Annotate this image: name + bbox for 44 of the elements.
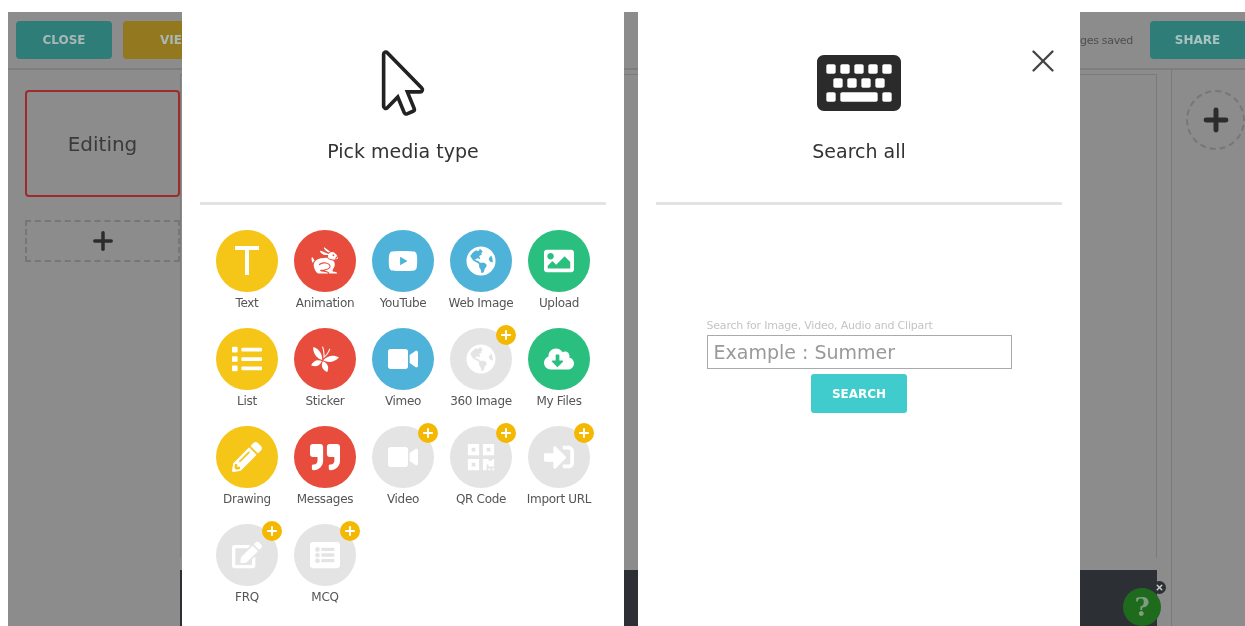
panel-title: Search all (812, 140, 906, 162)
search-field[interactable]: Example : Summer (706, 335, 1012, 369)
media-type-label: Messages (296, 492, 354, 506)
rabbit-icon (310, 246, 340, 276)
plus-badge (496, 325, 516, 345)
plus-badge (496, 423, 516, 443)
media-type-label: List (237, 394, 257, 408)
media-type-label: YouTube (379, 296, 427, 310)
pen-icon (232, 442, 262, 472)
media-type-label: Text (235, 296, 259, 310)
search-hint: Search for Image, Video, Audio and Clipart (706, 319, 933, 332)
panel-title: Pick media type (327, 140, 479, 162)
letter-t-icon (234, 246, 260, 276)
media-type-label: 360 Image (450, 394, 512, 408)
plus-badge (418, 423, 438, 443)
plus-badge (340, 521, 360, 541)
plus-badge (262, 521, 282, 541)
media-type-label: QR Code (455, 492, 507, 506)
media-type-label: Vimeo (384, 394, 422, 408)
media-type-label: Animation (295, 296, 355, 310)
media-type-label: My Files (536, 394, 582, 408)
media-type-label: Web Image (448, 296, 514, 310)
slide-thumbnail[interactable]: Editing (25, 90, 180, 197)
list-icon (232, 344, 262, 374)
media-type-label: Video (386, 492, 420, 506)
close-button[interactable]: CLOSE (16, 21, 112, 59)
edit-icon (232, 540, 262, 570)
quote-icon (310, 442, 340, 472)
qr-code-icon (466, 442, 496, 472)
media-type-label: MCQ (311, 590, 339, 604)
add-slide-button[interactable] (25, 220, 180, 262)
media-type-label: Import URL (526, 492, 592, 506)
plus-badge (574, 423, 594, 443)
media-type-label: Sticker (305, 394, 345, 408)
media-type-label: Drawing (223, 492, 271, 506)
media-type-label: FRQ (235, 590, 259, 604)
media-type-label: Upload (538, 296, 580, 310)
list-icon (310, 540, 340, 570)
globe-icon (466, 246, 496, 276)
save-status: ges saved (1080, 33, 1133, 47)
add-button[interactable] (1186, 90, 1245, 150)
share-button[interactable]: SHARE (1150, 21, 1245, 59)
search-button[interactable]: SEARCH (811, 374, 907, 413)
globe-icon (466, 344, 496, 374)
